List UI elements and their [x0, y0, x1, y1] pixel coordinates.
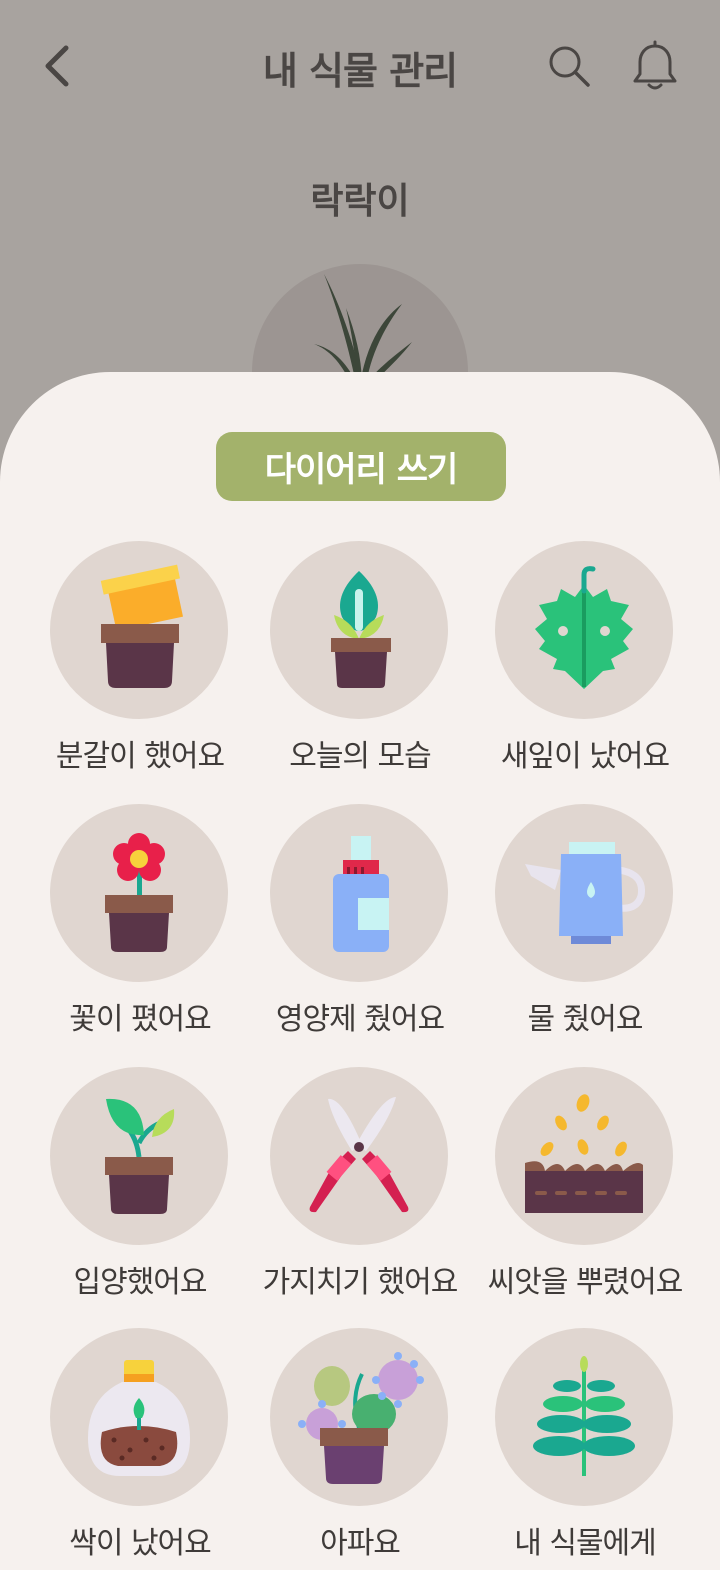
- action-icon-circle: [50, 1328, 228, 1506]
- action-adopt[interactable]: 입양했어요: [25, 1067, 255, 1307]
- watering-can-icon: [525, 842, 646, 944]
- action-letter[interactable]: 내 식물에게: [470, 1328, 700, 1568]
- action-repot[interactable]: 분갈이 했어요: [25, 541, 255, 781]
- seeds-icon: [525, 1094, 643, 1213]
- action-label: 물 줬어요: [527, 1002, 644, 1037]
- action-label: 내 식물에게: [514, 1526, 657, 1561]
- action-icon-circle: [495, 1067, 673, 1245]
- action-icon-circle: [270, 804, 448, 982]
- write-diary-button[interactable]: 다이어리 쓰기: [216, 432, 506, 501]
- action-icon-circle: [495, 804, 673, 982]
- sprout-pot-icon: [331, 571, 391, 688]
- spray-bottle-icon: [333, 836, 389, 952]
- sick-plant-icon: [298, 1352, 424, 1484]
- action-sick[interactable]: 아파요: [245, 1328, 475, 1568]
- action-nutrient[interactable]: 영양제 줬어요: [245, 804, 475, 1044]
- action-new-leaf[interactable]: 새잎이 났어요: [470, 541, 700, 781]
- header: 내 식물 관리: [0, 0, 720, 135]
- seedling-pot-icon: [105, 1098, 175, 1214]
- search-button[interactable]: [545, 42, 595, 92]
- terrarium-icon: [88, 1360, 190, 1476]
- action-icon-circle: [270, 1067, 448, 1245]
- action-sow-seeds[interactable]: 씨앗을 뿌렸어요: [470, 1067, 700, 1307]
- action-water[interactable]: 물 줬어요: [470, 804, 700, 1044]
- action-sprouted[interactable]: 싹이 났어요: [25, 1328, 255, 1568]
- action-icon-circle: [50, 804, 228, 982]
- monstera-leaf-icon: [535, 566, 633, 689]
- pruning-shears-icon: [309, 1097, 409, 1213]
- action-label: 씨앗을 뿌렸어요: [487, 1265, 684, 1300]
- action-prune[interactable]: 가지치기 했어요: [245, 1067, 475, 1307]
- herb-icon: [533, 1356, 635, 1476]
- page-title: 내 식물 관리: [262, 49, 458, 93]
- bell-icon: [633, 40, 677, 90]
- action-icon-circle: [270, 1328, 448, 1506]
- plant-name: 락락이: [310, 181, 410, 222]
- flower-pot-icon: [105, 833, 173, 952]
- action-bloom[interactable]: 꽃이 폈어요: [25, 804, 255, 1044]
- action-label: 새잎이 났어요: [500, 739, 670, 774]
- notification-button[interactable]: [630, 40, 680, 92]
- search-icon: [549, 46, 590, 87]
- action-today[interactable]: 오늘의 모습: [245, 541, 475, 781]
- action-icon-circle: [50, 1067, 228, 1245]
- action-icon-circle: [495, 541, 673, 719]
- action-icon-circle: [50, 541, 228, 719]
- repot-icon: [100, 564, 184, 688]
- action-icon-circle: [270, 541, 448, 719]
- action-icon-circle: [495, 1328, 673, 1506]
